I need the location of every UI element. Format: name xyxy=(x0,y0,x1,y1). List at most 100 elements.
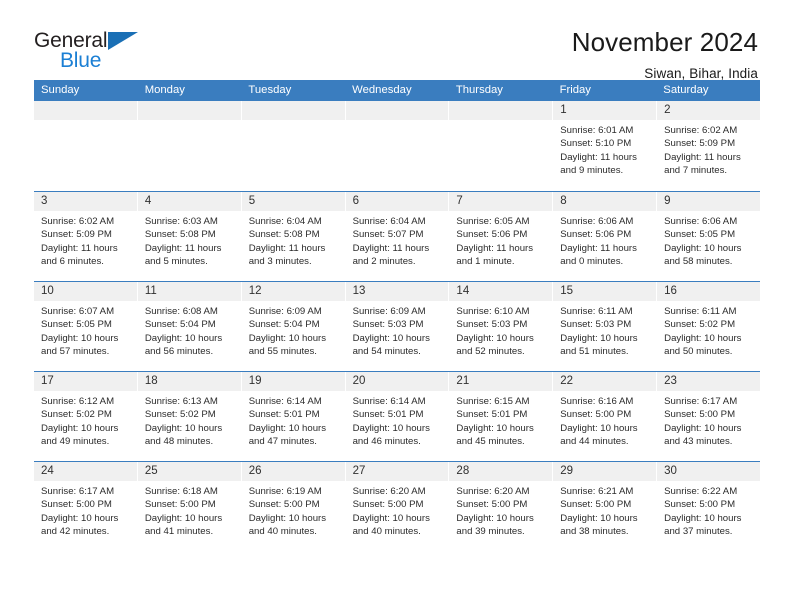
day-number: 10 xyxy=(34,282,137,301)
sun-info: Sunrise: 6:19 AM Sunset: 5:00 PM Daylight:… xyxy=(242,481,345,539)
sun-info: Sunrise: 6:14 AM Sunset: 5:01 PM Daylight:… xyxy=(242,391,345,449)
sun-info-line: Daylight: 11 hours xyxy=(456,242,534,254)
calendar-day-cell[interactable]: 19 Sunrise: 6:14 AM Sunset: 5:01 PM Dayligh… xyxy=(241,372,345,461)
calendar-day-cell[interactable]: 7 Sunrise: 6:05 AM Sunset: 5:06 PM Daylight… xyxy=(449,192,553,281)
sun-info-line: Sunrise: 6:20 AM xyxy=(456,486,530,497)
calendar-day-cell[interactable]: 28 Sunrise: 6:20 AM Sunset: 5:00 PM Dayligh… xyxy=(449,462,553,551)
calendar-day-cell[interactable]: 22 Sunrise: 6:16 AM Sunset: 5:00 PM Dayligh… xyxy=(553,372,657,461)
sun-info-line: and 0 minutes. xyxy=(560,256,624,268)
sun-info-line: and 7 minutes. xyxy=(664,165,728,177)
calendar-empty-cell xyxy=(137,101,241,191)
day-number: 14 xyxy=(449,282,553,301)
sun-info: Sunrise: 6:17 AM Sunset: 5:00 PM Daylight:… xyxy=(34,481,137,539)
sun-info: Sunrise: 6:09 AM Sunset: 5:03 PM Daylight:… xyxy=(346,301,449,359)
sun-info-line: Sunrise: 6:06 AM xyxy=(664,216,738,227)
day-number xyxy=(241,101,345,120)
sun-info-line: and 48 minutes. xyxy=(144,436,214,448)
day-number: 28 xyxy=(449,462,553,481)
calendar-day-cell[interactable]: 16 Sunrise: 6:11 AM Sunset: 5:02 PM Dayligh… xyxy=(657,282,760,371)
sun-info-line: Daylight: 10 hours xyxy=(664,512,742,524)
logo-text-general: General xyxy=(34,29,108,52)
sun-info-line: Daylight: 10 hours xyxy=(248,332,327,344)
sun-info-line: Sunrise: 6:03 AM xyxy=(144,216,218,227)
sun-info: Sunrise: 6:16 AM Sunset: 5:00 PM Daylight:… xyxy=(553,391,656,449)
calendar-day-cell[interactable]: 27 Sunrise: 6:20 AM Sunset: 5:00 PM Dayligh… xyxy=(345,462,449,551)
calendar-body: 1 Sunrise: 6:01 AM Sunset: 5:10 PM Daylight… xyxy=(34,101,760,551)
day-number: 26 xyxy=(241,462,345,481)
calendar-day-cell[interactable]: 30 Sunrise: 6:22 AM Sunset: 5:00 PM Dayligh… xyxy=(657,462,760,551)
sun-info: Sunrise: 6:18 AM Sunset: 5:00 PM Daylight:… xyxy=(138,481,241,539)
calendar-day-cell[interactable]: 15 Sunrise: 6:11 AM Sunset: 5:03 PM Dayligh… xyxy=(553,282,657,371)
sun-info-line: Sunset: 5:00 PM xyxy=(664,499,736,511)
calendar-day-cell[interactable]: 17 Sunrise: 6:12 AM Sunset: 5:02 PM Dayligh… xyxy=(34,372,137,461)
sun-info-line: Sunset: 5:06 PM xyxy=(560,229,632,241)
calendar-day-cell[interactable]: 26 Sunrise: 6:19 AM Sunset: 5:00 PM Dayligh… xyxy=(241,462,345,551)
calendar-day-cell[interactable]: 14 Sunrise: 6:10 AM Sunset: 5:03 PM Dayligh… xyxy=(449,282,553,371)
sun-info-line: and 45 minutes. xyxy=(456,436,525,448)
sun-info-line: Daylight: 10 hours xyxy=(352,332,430,344)
sun-info: Sunrise: 6:17 AM Sunset: 5:00 PM Daylight:… xyxy=(657,391,760,449)
calendar-week-row: 10 Sunrise: 6:07 AM Sunset: 5:05 PM Dayligh… xyxy=(34,281,760,371)
sun-info-line: Daylight: 11 hours xyxy=(352,242,430,254)
sun-info-line: Daylight: 10 hours xyxy=(560,332,638,344)
page-header: General Blue November 2024 Siwan, Bihar,… xyxy=(34,0,758,81)
logo-text-blue: Blue xyxy=(60,49,102,72)
calendar-day-cell[interactable]: 12 Sunrise: 6:09 AM Sunset: 5:04 PM Dayligh… xyxy=(241,282,345,371)
calendar-day-cell[interactable]: 3 Sunrise: 6:02 AM Sunset: 5:09 PM Daylight… xyxy=(34,192,137,281)
calendar-day-cell[interactable]: 11 Sunrise: 6:08 AM Sunset: 5:04 PM Dayligh… xyxy=(137,282,241,371)
calendar-day-cell[interactable]: 9 Sunrise: 6:06 AM Sunset: 5:05 PM Daylight… xyxy=(657,192,760,281)
sun-info-line: Daylight: 10 hours xyxy=(41,422,119,434)
sun-info-line: and 39 minutes. xyxy=(456,526,525,538)
sun-info-line: and 38 minutes. xyxy=(560,526,629,538)
calendar-day-cell[interactable]: 5 Sunrise: 6:04 AM Sunset: 5:08 PM Daylight… xyxy=(241,192,345,281)
weekday-header-sunday: Sunday xyxy=(41,84,80,96)
weekday-header-saturday: Saturday xyxy=(663,84,709,96)
sun-info-line: Sunrise: 6:02 AM xyxy=(664,125,738,136)
sun-info-line: Sunrise: 6:09 AM xyxy=(352,306,426,317)
sun-info-line: and 1 minute. xyxy=(456,256,515,268)
calendar-day-cell[interactable]: 4 Sunrise: 6:03 AM Sunset: 5:08 PM Daylight… xyxy=(137,192,241,281)
sun-info-line: Sunrise: 6:11 AM xyxy=(664,306,737,317)
calendar-empty-cell xyxy=(241,101,345,191)
calendar-day-cell[interactable]: 6 Sunrise: 6:04 AM Sunset: 5:07 PM Daylight… xyxy=(345,192,449,281)
sun-info: Sunrise: 6:08 AM Sunset: 5:04 PM Daylight:… xyxy=(138,301,241,359)
calendar-page: General Blue November 2024 Siwan, Bihar,… xyxy=(0,0,792,612)
sun-info-line: Daylight: 10 hours xyxy=(456,332,534,344)
calendar-day-cell[interactable]: 8 Sunrise: 6:06 AM Sunset: 5:06 PM Daylight… xyxy=(553,192,657,281)
general-blue-logo[interactable]: General Blue xyxy=(34,28,146,74)
calendar-day-cell[interactable]: 29 Sunrise: 6:21 AM Sunset: 5:00 PM Dayligh… xyxy=(553,462,657,551)
calendar-empty-cell xyxy=(34,101,137,191)
sun-info: Sunrise: 6:01 AM Sunset: 5:10 PM Daylight:… xyxy=(553,120,656,178)
calendar-day-cell[interactable]: 21 Sunrise: 6:15 AM Sunset: 5:01 PM Dayligh… xyxy=(449,372,553,461)
sun-info-line: Daylight: 10 hours xyxy=(41,332,119,344)
calendar-week-row: 24 Sunrise: 6:17 AM Sunset: 5:00 PM Dayligh… xyxy=(34,461,760,551)
calendar-day-cell[interactable]: 10 Sunrise: 6:07 AM Sunset: 5:05 PM Dayligh… xyxy=(34,282,137,371)
weekday-header-friday: Friday xyxy=(559,84,591,96)
sun-info-line: Sunrise: 6:13 AM xyxy=(144,396,218,407)
sun-info-line: Sunrise: 6:05 AM xyxy=(456,216,530,227)
sun-info-line: Daylight: 10 hours xyxy=(560,422,638,434)
calendar-day-cell[interactable]: 20 Sunrise: 6:14 AM Sunset: 5:01 PM Dayligh… xyxy=(345,372,449,461)
calendar-day-cell[interactable]: 13 Sunrise: 6:09 AM Sunset: 5:03 PM Dayligh… xyxy=(345,282,449,371)
sun-info-line: Sunset: 5:08 PM xyxy=(144,229,216,241)
sun-info-line: and 2 minutes. xyxy=(352,256,416,268)
calendar-day-cell[interactable]: 24 Sunrise: 6:17 AM Sunset: 5:00 PM Dayligh… xyxy=(34,462,137,551)
sun-info-line: Daylight: 10 hours xyxy=(144,512,223,524)
calendar-day-cell[interactable]: 1 Sunrise: 6:01 AM Sunset: 5:10 PM Daylight… xyxy=(553,101,657,191)
calendar-day-cell[interactable]: 25 Sunrise: 6:18 AM Sunset: 5:00 PM Dayligh… xyxy=(137,462,241,551)
sun-info-line: Sunrise: 6:22 AM xyxy=(664,486,738,497)
sun-info: Sunrise: 6:02 AM Sunset: 5:09 PM Daylight:… xyxy=(34,211,137,269)
sun-info-line: Daylight: 10 hours xyxy=(456,422,534,434)
sun-info-line: and 47 minutes. xyxy=(248,436,317,448)
sun-info-line: Sunset: 5:00 PM xyxy=(144,499,216,511)
sun-info-line: Sunrise: 6:04 AM xyxy=(352,216,426,227)
sun-info-line: Sunset: 5:08 PM xyxy=(248,229,320,241)
sun-info-line: and 5 minutes. xyxy=(144,256,208,268)
sun-info-line: Daylight: 10 hours xyxy=(560,512,638,524)
calendar-day-cell[interactable]: 23 Sunrise: 6:17 AM Sunset: 5:00 PM Dayligh… xyxy=(657,372,760,461)
calendar-day-cell[interactable]: 18 Sunrise: 6:13 AM Sunset: 5:02 PM Dayligh… xyxy=(137,372,241,461)
calendar-day-cell[interactable]: 2 Sunrise: 6:02 AM Sunset: 5:09 PM Daylight… xyxy=(657,101,760,191)
day-number: 1 xyxy=(553,101,657,120)
sun-info-line: Sunset: 5:01 PM xyxy=(248,409,320,421)
sun-info-line: and 43 minutes. xyxy=(664,436,733,448)
